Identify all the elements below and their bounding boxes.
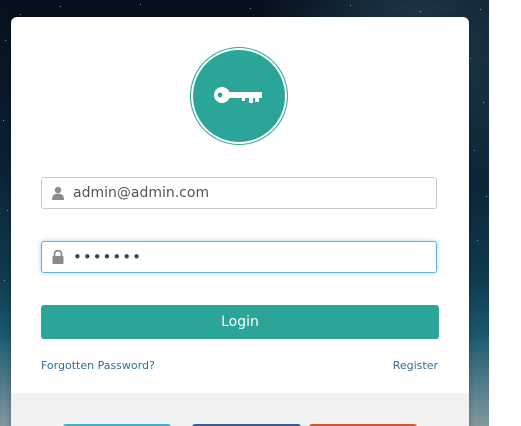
register-link[interactable]: Register xyxy=(393,359,438,373)
social-login-footer xyxy=(11,393,469,426)
password-field[interactable]: ••••••• xyxy=(41,241,437,273)
page-edge xyxy=(489,0,521,426)
login-card: admin@admin.com ••••••• Login Forgotten … xyxy=(11,17,469,426)
email-field[interactable]: admin@admin.com xyxy=(41,177,437,209)
logo-badge xyxy=(193,50,285,142)
forgotten-password-link[interactable]: Forgotten Password? xyxy=(41,359,155,373)
login-button[interactable]: Login xyxy=(41,305,439,339)
lock-icon xyxy=(52,250,64,264)
email-value: admin@admin.com xyxy=(73,185,210,201)
password-value: ••••••• xyxy=(73,248,142,266)
user-icon xyxy=(52,186,64,200)
key-icon xyxy=(214,87,262,103)
